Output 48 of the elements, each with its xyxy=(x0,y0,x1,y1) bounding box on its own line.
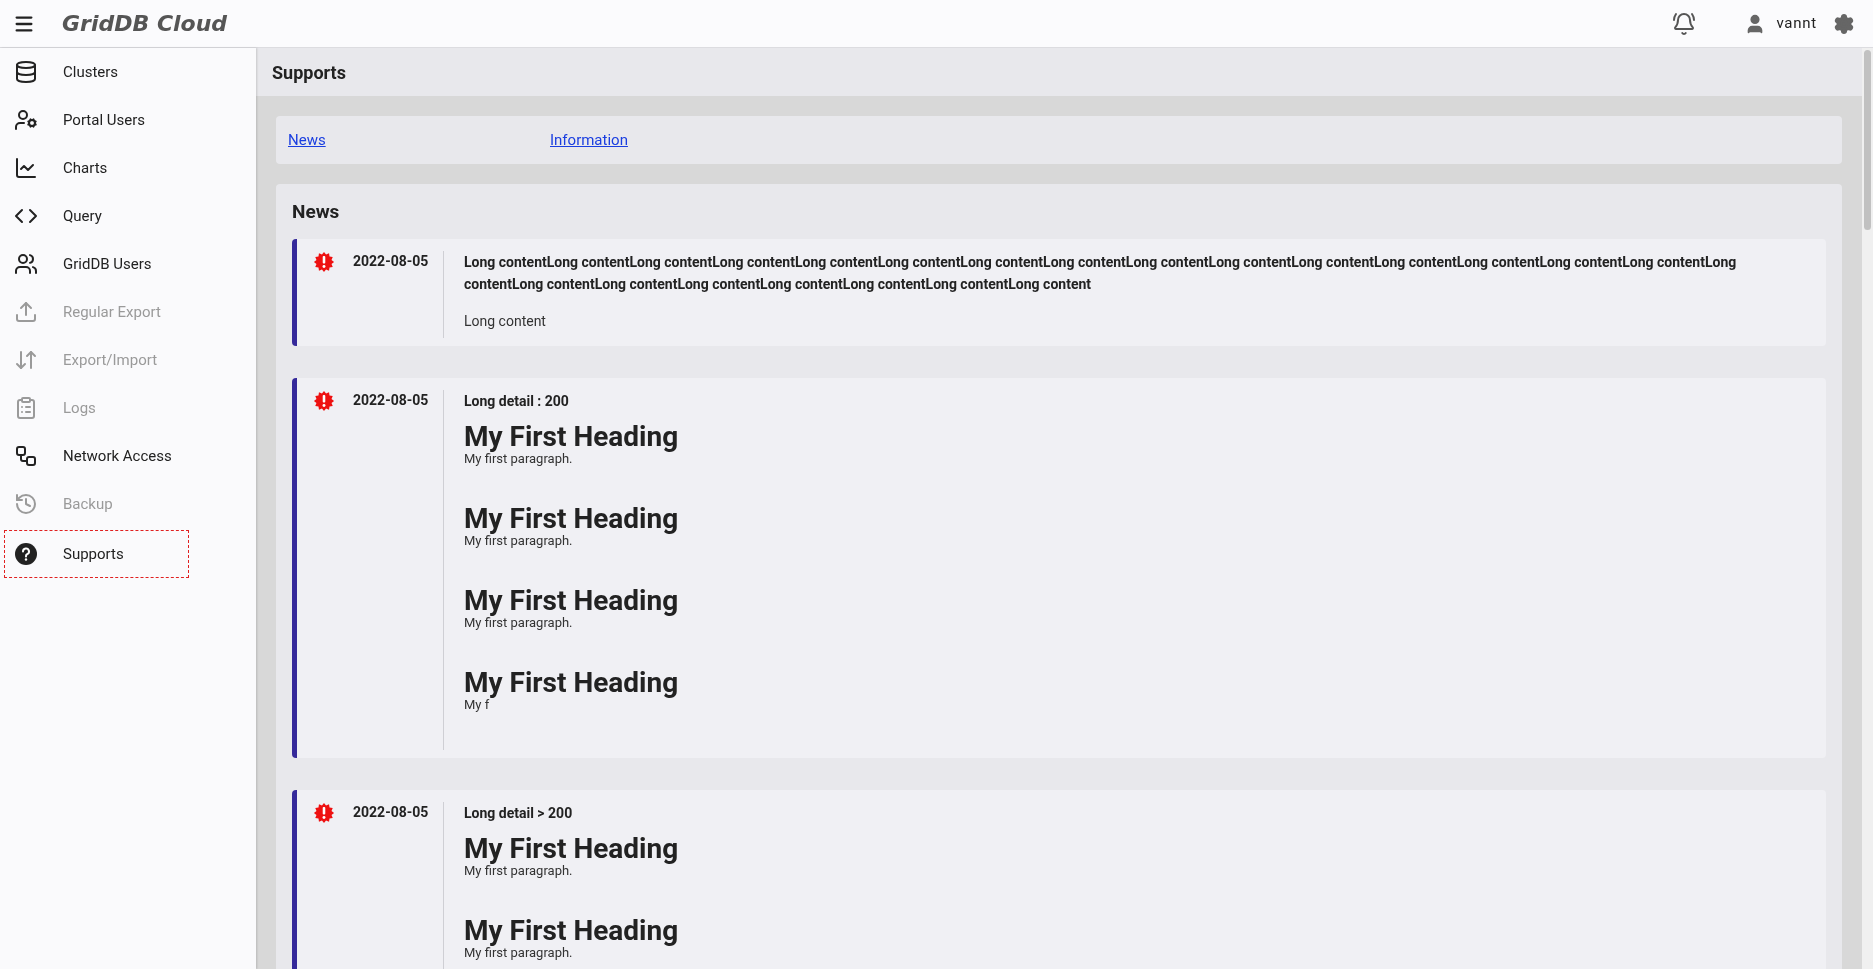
line-chart-icon xyxy=(14,156,38,180)
user-gear-icon xyxy=(14,108,38,132)
sidebar-item[interactable]: Portal Users xyxy=(4,96,252,144)
news-date: 2022-08-05 xyxy=(353,802,429,822)
news-date: 2022-08-05 xyxy=(353,251,429,271)
app-title: GridDB Cloud xyxy=(62,10,228,38)
section-link[interactable]: Information xyxy=(550,128,812,152)
news-headline: Long detail : 200 xyxy=(464,391,570,411)
content-heading: My First Heading xyxy=(464,833,679,864)
content-heading: My First Heading xyxy=(464,503,679,534)
alert-icon xyxy=(313,801,335,824)
scrollbar[interactable] xyxy=(1862,48,1873,969)
arrows-icon xyxy=(14,348,38,372)
news-body-text: Long content xyxy=(464,311,547,331)
bell-icon xyxy=(1672,11,1697,36)
database-icon xyxy=(14,60,38,84)
content-paragraph: My first paragraph. xyxy=(464,533,573,548)
section-link[interactable]: News xyxy=(288,128,550,152)
content-paragraph: My first paragraph. xyxy=(464,451,573,466)
content-heading: My First Heading xyxy=(464,585,679,616)
alert-icon xyxy=(313,250,335,273)
content-heading: My First Heading xyxy=(464,667,679,698)
user-name: vannt xyxy=(1776,13,1817,35)
clipboard-icon xyxy=(14,396,38,420)
news-title: News xyxy=(292,199,341,225)
history-icon xyxy=(14,492,38,516)
page-title: Supports xyxy=(272,60,346,85)
content-paragraph: My first paragraph. xyxy=(464,615,573,630)
scrollbar-thumb[interactable] xyxy=(1864,50,1871,230)
alert-icon xyxy=(313,389,335,412)
content-heading: My First Heading xyxy=(464,421,679,452)
content-heading: My First Heading xyxy=(464,915,679,946)
sidebar-item[interactable]: Query xyxy=(4,192,252,240)
sidebar-item[interactable]: GridDB Users xyxy=(4,240,252,288)
content-paragraph: My first paragraph. xyxy=(464,863,573,878)
sidebar-item[interactable]: Network Access xyxy=(4,432,252,480)
upload-icon xyxy=(14,300,38,324)
news-headline: Long detail > 200 xyxy=(464,803,574,823)
sidebar-item[interactable]: Supports xyxy=(4,530,189,578)
network-icon xyxy=(14,444,38,468)
content-paragraph: My f xyxy=(464,697,490,712)
news-headline: Long contentLong contentLong contentLong contentLong contentLong contentLong contentLong contentLong contentLong contentLong contentLong contentLong contentLong contentLong contentLong contentLong contentLong contentLong contentLong contentLong contentLong contentLong content xyxy=(464,252,1738,294)
news-date: 2022-08-05 xyxy=(353,390,429,410)
help-icon xyxy=(14,542,38,566)
sidebar-item[interactable]: Charts xyxy=(4,144,252,192)
sidebar-item[interactable]: Clusters xyxy=(4,48,252,96)
content-paragraph: My first paragraph. xyxy=(464,945,573,960)
users-icon xyxy=(14,252,38,276)
